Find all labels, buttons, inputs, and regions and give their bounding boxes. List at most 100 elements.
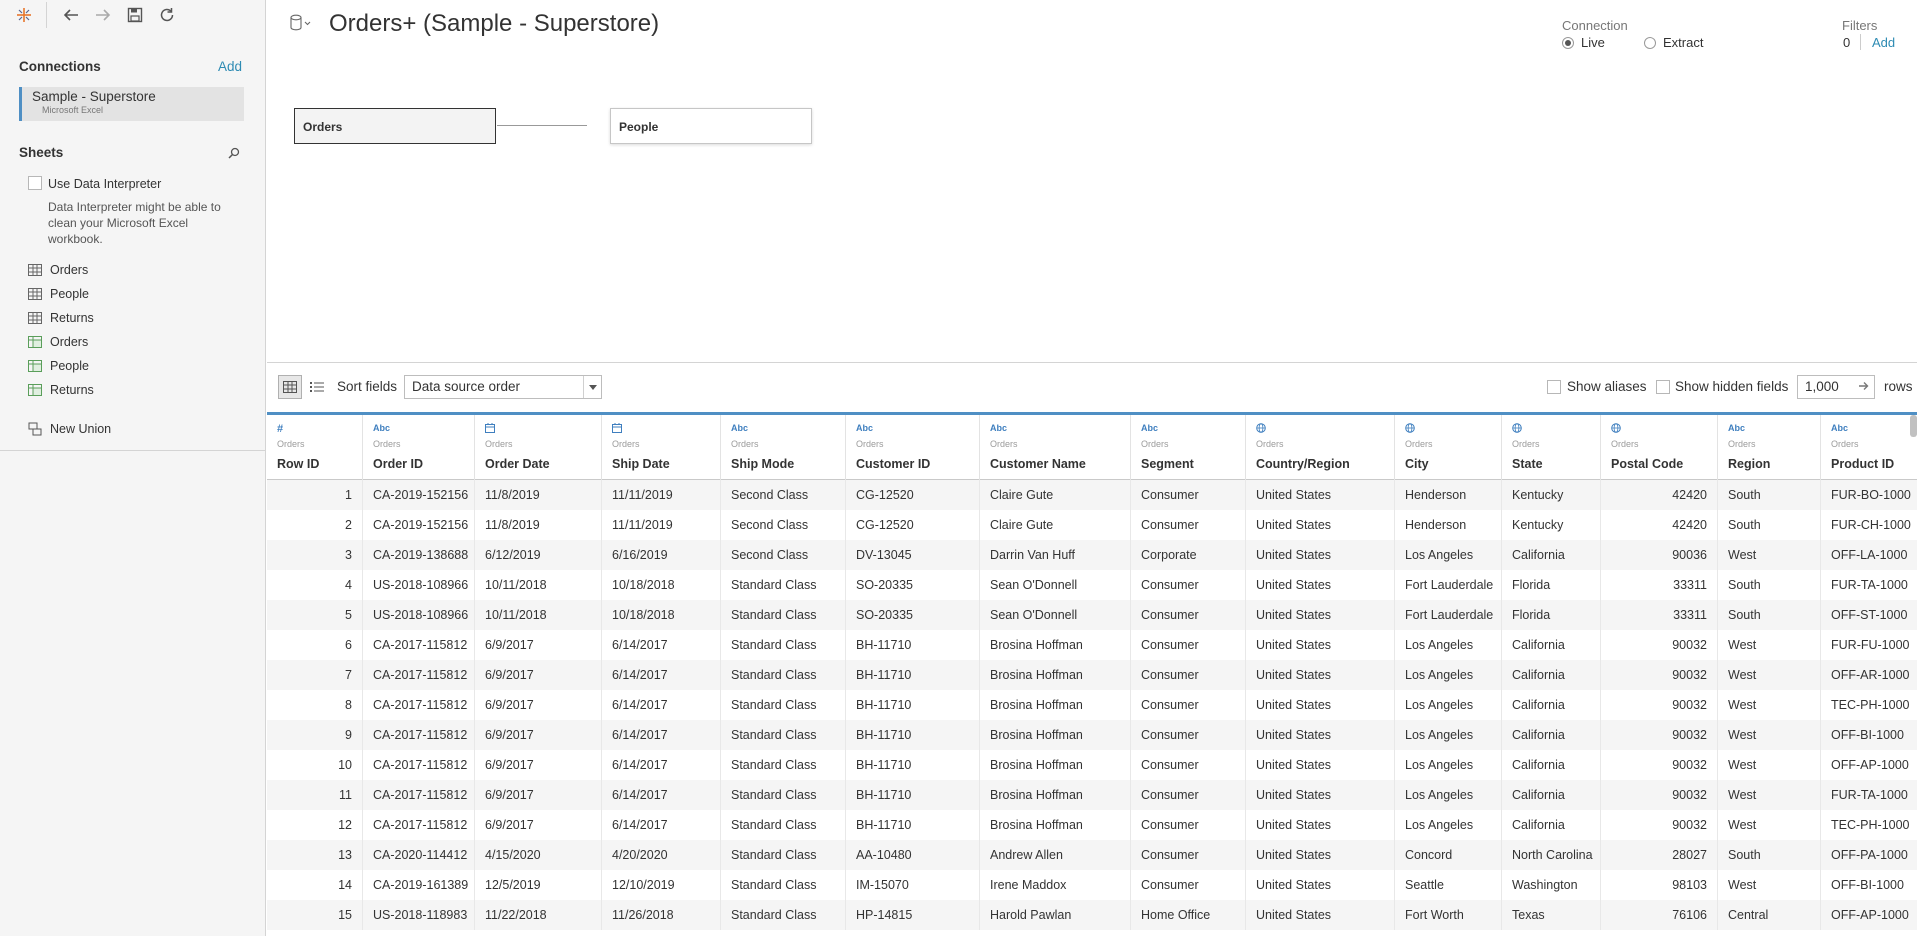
column-header-customer-id[interactable]: Abc Orders Customer ID — [846, 415, 980, 480]
geo-type-icon[interactable] — [1256, 423, 1266, 435]
table-row: 8 CA-2017-115812 6/9/2017 6/14/2017 Standard… — [267, 690, 1917, 720]
grid-view-button[interactable] — [278, 375, 302, 399]
add-connection-link[interactable]: Add — [218, 59, 242, 74]
column-header-product-id[interactable]: Abc Orders Product ID — [1821, 415, 1917, 480]
table-cell: 6/14/2017 — [602, 810, 721, 840]
table-cell: Standard Class — [721, 840, 846, 870]
table-cell: Central — [1718, 900, 1821, 930]
list-view-button[interactable] — [305, 375, 329, 399]
tableau-logo-icon[interactable] — [12, 4, 36, 26]
geo-type-icon[interactable] — [1405, 423, 1415, 435]
table-cell: 33311 — [1601, 570, 1718, 600]
join-connector[interactable] — [497, 125, 587, 126]
connection-item[interactable]: Sample - Superstore Microsoft Excel — [19, 87, 244, 121]
string-type-icon[interactable]: Abc — [731, 423, 748, 433]
string-type-icon[interactable]: Abc — [373, 423, 390, 433]
string-type-icon[interactable]: Abc — [990, 423, 1007, 433]
top-toolbar — [12, 2, 187, 28]
string-type-icon[interactable]: Abc — [1141, 423, 1158, 433]
column-header-customer-name[interactable]: Abc Orders Customer Name — [980, 415, 1131, 480]
column-header-order-date[interactable]: Orders Order Date — [475, 415, 602, 480]
new-union-item[interactable]: New Union — [28, 419, 111, 439]
table-cell: 11/8/2019 — [475, 510, 602, 540]
table-cell: 42420 — [1601, 480, 1718, 510]
sheet-item-orders[interactable]: Orders — [28, 332, 88, 352]
sheet-item-returns[interactable]: Returns — [28, 308, 94, 328]
forward-icon[interactable] — [91, 4, 115, 26]
table-box-people[interactable]: People — [610, 108, 812, 144]
table-cell: United States — [1246, 600, 1395, 630]
go-arrow-icon[interactable] — [1858, 380, 1870, 395]
column-source: Orders — [731, 439, 759, 449]
show-hidden-fields-checkbox[interactable] — [1656, 380, 1670, 394]
column-header-order-id[interactable]: Abc Orders Order ID — [363, 415, 475, 480]
table-cell: 10 — [267, 750, 363, 780]
string-type-icon[interactable]: Abc — [856, 423, 873, 433]
table-cell: Fort Lauderdale — [1395, 600, 1502, 630]
column-header-row-id[interactable]: # Orders Row ID — [267, 415, 363, 480]
column-header-segment[interactable]: Abc Orders Segment — [1131, 415, 1246, 480]
table-cell: Andrew Allen — [980, 840, 1131, 870]
column-header-state[interactable]: Orders State — [1502, 415, 1601, 480]
string-type-icon[interactable]: Abc — [1831, 423, 1848, 433]
table-cell: Consumer — [1131, 690, 1246, 720]
geo-type-icon[interactable] — [1611, 423, 1621, 435]
filters-add-link[interactable]: Add — [1872, 35, 1895, 50]
table-cell: 6/9/2017 — [475, 780, 602, 810]
sheet-item-people[interactable]: People — [28, 356, 89, 376]
string-type-icon[interactable]: Abc — [1728, 423, 1745, 433]
table-cell: Florida — [1502, 570, 1601, 600]
table-cell: United States — [1246, 510, 1395, 540]
column-header-ship-date[interactable]: Orders Ship Date — [602, 415, 721, 480]
vertical-scrollbar[interactable] — [1910, 415, 1917, 437]
table-cell: 42420 — [1601, 510, 1718, 540]
table-row: 14 CA-2019-161389 12/5/2019 12/10/2019 Stand… — [267, 870, 1917, 900]
table-cell: 33311 — [1601, 600, 1718, 630]
sheets-heading: Sheets — [19, 145, 64, 160]
show-aliases-checkbox[interactable] — [1547, 380, 1561, 394]
extract-radio[interactable] — [1644, 37, 1656, 49]
table-cell: FUR-TA-1000 — [1821, 780, 1917, 810]
table-cell: Consumer — [1131, 630, 1246, 660]
refresh-icon[interactable] — [155, 4, 179, 26]
sheet-item-orders[interactable]: Orders — [28, 260, 88, 280]
sheet-item-people[interactable]: People — [28, 284, 89, 304]
datasource-title[interactable]: Orders+ (Sample - Superstore) — [329, 10, 659, 38]
table-cell: OFF-BI-1000 — [1821, 870, 1917, 900]
column-header-city[interactable]: Orders City — [1395, 415, 1502, 480]
column-source: Orders — [1141, 439, 1169, 449]
column-name: State — [1512, 457, 1543, 471]
column-header-region[interactable]: Abc Orders Region — [1718, 415, 1821, 480]
number-type-icon[interactable]: # — [277, 423, 283, 435]
date-type-icon[interactable] — [485, 423, 495, 435]
table-cell: Los Angeles — [1395, 810, 1502, 840]
sort-fields-select[interactable]: Data source order — [404, 375, 602, 399]
table-cell: Standard Class — [721, 810, 846, 840]
table-cell: US-2018-108966 — [363, 600, 475, 630]
column-header-postal-code[interactable]: Orders Postal Code — [1601, 415, 1718, 480]
date-type-icon[interactable] — [612, 423, 622, 435]
table-cell: Standard Class — [721, 660, 846, 690]
back-icon[interactable] — [59, 4, 83, 26]
table-cell: Claire Gute — [980, 480, 1131, 510]
column-header-ship-mode[interactable]: Abc Orders Ship Mode — [721, 415, 846, 480]
rows-count-input[interactable]: 1,000 — [1797, 375, 1875, 399]
table-cell: Home Office — [1131, 900, 1246, 930]
table-cell: 6/14/2017 — [602, 660, 721, 690]
table-cell: 6/16/2019 — [602, 540, 721, 570]
grid-header-row: # Orders Row ID Abc Orders Order ID Orders Orde… — [267, 415, 1917, 480]
sheet-item-returns[interactable]: Returns — [28, 380, 94, 400]
use-data-interpreter-checkbox[interactable] — [28, 176, 42, 190]
table-cell: United States — [1246, 690, 1395, 720]
live-radio[interactable] — [1562, 37, 1574, 49]
column-header-country-region[interactable]: Orders Country/Region — [1246, 415, 1395, 480]
table-box-orders[interactable]: Orders — [294, 108, 496, 144]
geo-type-icon[interactable] — [1512, 423, 1522, 435]
column-source: Orders — [1611, 439, 1639, 449]
save-icon[interactable] — [123, 4, 147, 26]
datasource-cylinder-icon[interactable] — [289, 14, 313, 35]
search-icon[interactable] — [228, 147, 240, 162]
table-cell: Los Angeles — [1395, 630, 1502, 660]
table-cell: Los Angeles — [1395, 660, 1502, 690]
table-cell: California — [1502, 780, 1601, 810]
